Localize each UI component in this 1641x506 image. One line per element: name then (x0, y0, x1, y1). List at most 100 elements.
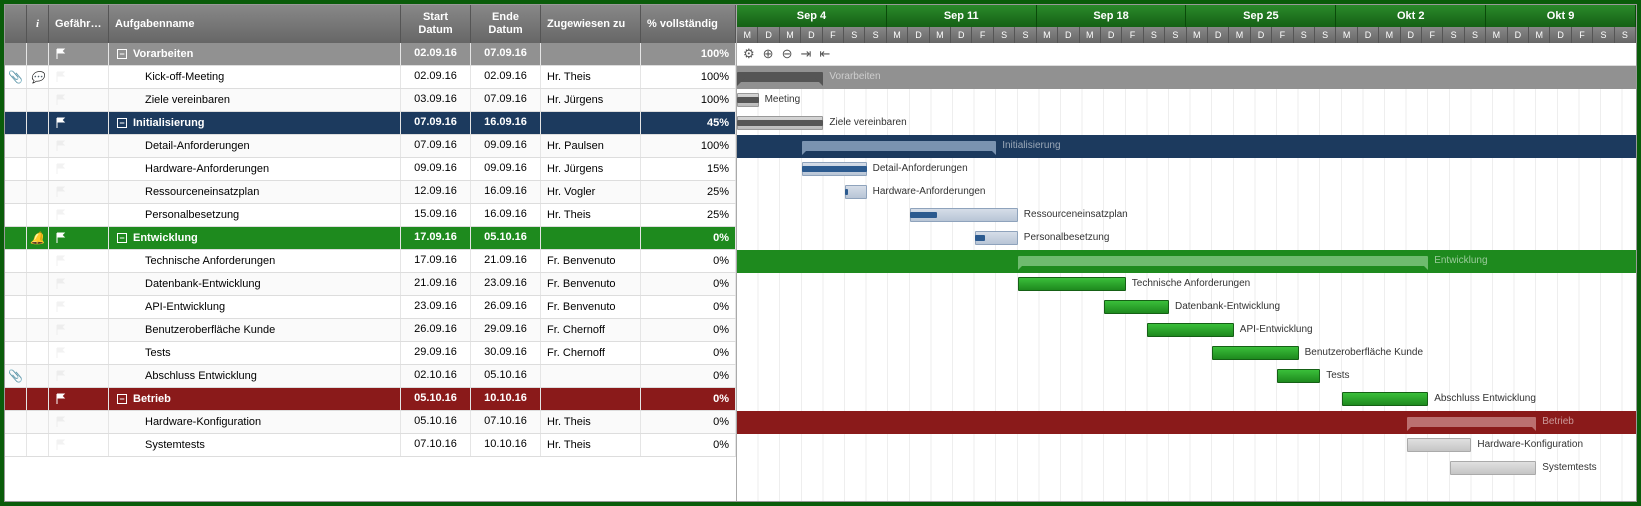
cell-start[interactable]: 07.09.16 (401, 112, 471, 134)
cell-end[interactable]: 23.09.16 (471, 273, 541, 295)
row-info-cell[interactable] (27, 250, 49, 272)
cell-start[interactable]: 02.09.16 (401, 43, 471, 65)
flag-icon[interactable] (55, 439, 67, 451)
cell-zug[interactable]: Hr. Theis (541, 66, 641, 88)
cell-start[interactable]: 02.10.16 (401, 365, 471, 387)
task-name-cell[interactable]: Abschluss Entwicklung (109, 365, 401, 387)
task-row[interactable]: Detail-Anforderungen07.09.1609.09.16Hr. … (5, 135, 736, 158)
summary-row[interactable]: −Betrieb05.10.1610.10.160% (5, 388, 736, 411)
day-header[interactable]: M (1529, 27, 1550, 43)
day-header[interactable]: S (844, 27, 865, 43)
task-name-cell[interactable]: Systemtests (109, 434, 401, 456)
flag-icon[interactable] (55, 140, 67, 152)
cell-end[interactable]: 05.10.16 (471, 227, 541, 249)
cell-pct[interactable]: 100% (641, 43, 736, 65)
cell-zug[interactable]: Fr. Benvenuto (541, 250, 641, 272)
task-row[interactable]: Hardware-Anforderungen09.09.1609.09.16Hr… (5, 158, 736, 181)
task-row[interactable]: 📎Abschluss Entwicklung02.10.1605.10.160% (5, 365, 736, 388)
task-bar[interactable] (1277, 369, 1320, 383)
flag-icon[interactable] (55, 278, 67, 290)
day-header[interactable]: M (1379, 27, 1400, 43)
cell-end[interactable]: 29.09.16 (471, 319, 541, 341)
flag-icon[interactable] (55, 117, 67, 129)
day-header[interactable]: F (1122, 27, 1143, 43)
row-flag-col[interactable] (49, 296, 109, 318)
cell-start[interactable]: 05.10.16 (401, 388, 471, 410)
day-header[interactable]: M (737, 27, 758, 43)
row-flag-col[interactable] (49, 43, 109, 65)
week-header[interactable]: Sep 18 (1037, 5, 1187, 27)
week-header[interactable]: Sep 4 (737, 5, 887, 27)
cell-end[interactable]: 16.09.16 (471, 112, 541, 134)
cell-zug[interactable]: Hr. Theis (541, 434, 641, 456)
cell-end[interactable]: 26.09.16 (471, 296, 541, 318)
flag-icon[interactable] (55, 163, 67, 175)
row-flag-col[interactable] (49, 250, 109, 272)
flag-icon[interactable] (55, 186, 67, 198)
summary-bar[interactable] (802, 141, 996, 151)
row-flag-cell[interactable] (5, 204, 27, 226)
summary-row[interactable]: −Vorarbeiten02.09.1607.09.16100% (5, 43, 736, 66)
day-header[interactable]: S (1465, 27, 1486, 43)
row-info-cell[interactable] (27, 319, 49, 341)
day-header[interactable]: F (823, 27, 844, 43)
task-row[interactable]: 📎💬Kick-off-Meeting02.09.1602.09.16Hr. Th… (5, 66, 736, 89)
col-flag[interactable] (5, 5, 27, 43)
cell-end[interactable]: 30.09.16 (471, 342, 541, 364)
row-flag-col[interactable] (49, 181, 109, 203)
task-bar[interactable] (1212, 346, 1298, 360)
task-name-cell[interactable]: Ziele vereinbaren (109, 89, 401, 111)
row-flag-cell[interactable] (5, 89, 27, 111)
day-header[interactable]: D (1208, 27, 1229, 43)
task-row[interactable]: Tests29.09.1630.09.16Fr. Chernoff0% (5, 342, 736, 365)
bell-icon[interactable]: 🔔 (30, 231, 45, 246)
task-name-cell[interactable]: Hardware-Anforderungen (109, 158, 401, 180)
indent-icon[interactable]: ⇥ (800, 46, 811, 62)
cell-zug[interactable]: Hr. Theis (541, 411, 641, 433)
day-header[interactable]: D (1101, 27, 1122, 43)
day-header[interactable]: S (1015, 27, 1036, 43)
summary-row[interactable]: −Initialisierung07.09.1616.09.1645% (5, 112, 736, 135)
summary-bar[interactable] (1407, 417, 1537, 427)
task-bar[interactable] (1342, 392, 1428, 406)
task-bar[interactable] (1407, 438, 1472, 452)
attachment-icon[interactable]: 📎 (8, 70, 23, 84)
cell-zug[interactable] (541, 365, 641, 387)
cell-pct[interactable]: 100% (641, 135, 736, 157)
cell-start[interactable]: 21.09.16 (401, 273, 471, 295)
summary-row[interactable]: 🔔−Entwicklung17.09.1605.10.160% (5, 227, 736, 250)
task-row[interactable]: API-Entwicklung23.09.1626.09.16Fr. Benve… (5, 296, 736, 319)
row-info-cell[interactable] (27, 135, 49, 157)
collapse-icon[interactable]: − (117, 233, 127, 243)
cell-start[interactable]: 17.09.16 (401, 227, 471, 249)
row-flag-cell[interactable] (5, 181, 27, 203)
flag-icon[interactable] (55, 393, 67, 405)
cell-start[interactable]: 12.09.16 (401, 181, 471, 203)
task-name-cell[interactable]: Technische Anforderungen (109, 250, 401, 272)
flag-icon[interactable] (55, 232, 67, 244)
row-flag-cell[interactable] (5, 250, 27, 272)
day-header[interactable]: M (1037, 27, 1058, 43)
day-header[interactable]: S (1294, 27, 1315, 43)
row-flag-col[interactable] (49, 319, 109, 341)
cell-pct[interactable]: 15% (641, 158, 736, 180)
summary-bar[interactable] (1018, 256, 1428, 266)
row-flag-cell[interactable] (5, 319, 27, 341)
day-header[interactable]: M (1229, 27, 1250, 43)
day-header[interactable]: M (887, 27, 908, 43)
task-bar[interactable] (1018, 277, 1126, 291)
row-flag-col[interactable] (49, 342, 109, 364)
day-header[interactable]: S (1144, 27, 1165, 43)
cell-pct[interactable]: 0% (641, 388, 736, 410)
gantt-grid[interactable]: VorarbeitenMeetingZiele vereinbarenIniti… (737, 66, 1636, 501)
gear-icon[interactable]: ⚙ (743, 46, 755, 62)
row-flag-cell[interactable] (5, 158, 27, 180)
cell-pct[interactable]: 0% (641, 296, 736, 318)
task-name-cell[interactable]: Benutzeroberfläche Kunde (109, 319, 401, 341)
cell-start[interactable]: 09.09.16 (401, 158, 471, 180)
row-info-cell[interactable] (27, 434, 49, 456)
week-header[interactable]: Okt 2 (1336, 5, 1486, 27)
flag-icon[interactable] (55, 255, 67, 267)
row-flag-cell[interactable] (5, 388, 27, 410)
row-info-cell[interactable]: 💬 (27, 66, 49, 88)
